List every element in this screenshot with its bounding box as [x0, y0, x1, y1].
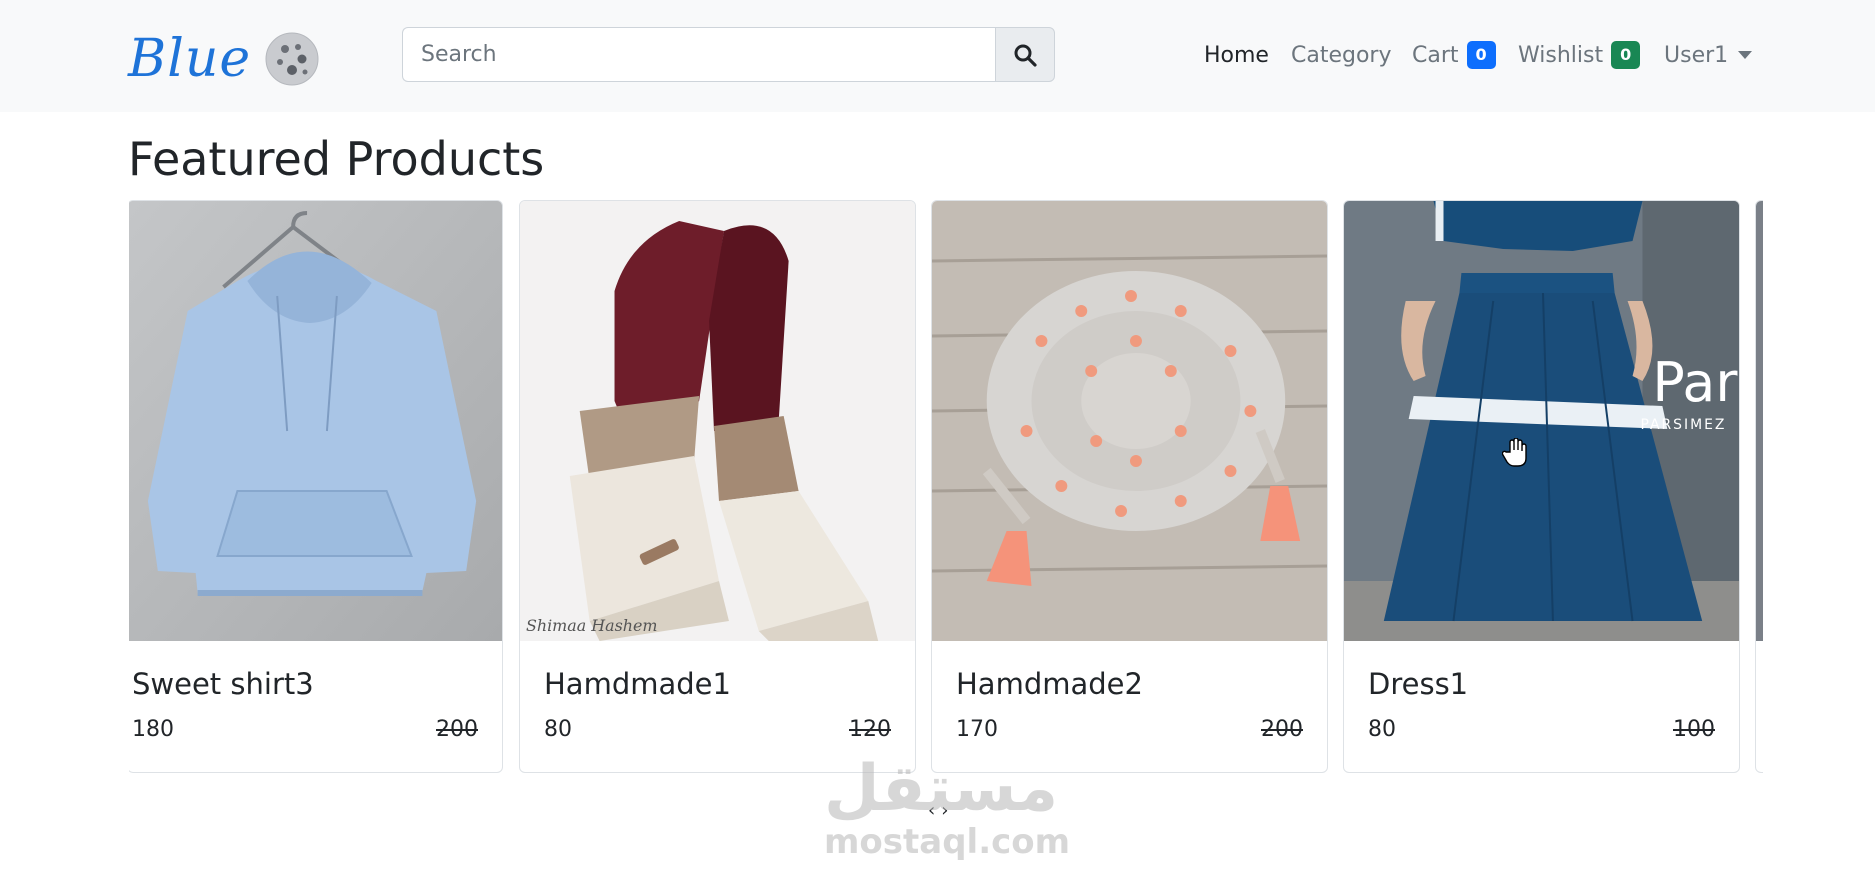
product-price: 180 [132, 717, 174, 742]
product-image-dress: Pars PARSIMEZ [1344, 201, 1739, 641]
nav-cart[interactable]: Cart 0 [1412, 41, 1496, 69]
product-title: Hamdmade2 [956, 667, 1143, 701]
nav-user-wrap: User1 [1664, 34, 1753, 76]
product-image-scarf: Shimaa Hashem [520, 201, 915, 641]
watermark-latin: mostaql.com [824, 822, 1071, 862]
nav-wishlist[interactable]: Wishlist 0 [1518, 41, 1641, 69]
wishlist-label: Wishlist [1518, 42, 1604, 68]
nav-cart-wrap: Cart 0 [1412, 34, 1496, 76]
moon-icon [265, 32, 319, 86]
search-icon [1014, 44, 1037, 67]
nav-home[interactable]: Home [1204, 43, 1269, 68]
scarf-credit-text: Shimaa Hashem [526, 616, 658, 635]
product-image-hoodie [129, 201, 502, 641]
product-image-partial [1756, 201, 1763, 641]
watermark: مستقل mostaql.com [824, 752, 1071, 862]
dress-watermark-text: Pars [1652, 351, 1739, 414]
product-price: 170 [956, 717, 998, 742]
nav-category-wrap: Category [1291, 34, 1392, 76]
cart-label: Cart [1412, 42, 1459, 68]
hand-cursor-icon [1502, 438, 1527, 467]
watermark-arabic: مستقل [824, 752, 1059, 826]
nav-category[interactable]: Category [1291, 43, 1392, 68]
user-dropdown[interactable]: User1 [1664, 42, 1753, 68]
product-title: Sweet shirt3 [132, 667, 314, 701]
product-card[interactable]: Pars PARSIMEZ Dress1 80 100 [1343, 200, 1740, 773]
product-image-shawl [932, 201, 1327, 641]
dress-watermark-sub: PARSIMEZ [1640, 417, 1726, 433]
brand-link[interactable]: Blue [128, 24, 319, 94]
wishlist-count-badge: 0 [1611, 41, 1641, 69]
product-old-price: 120 [849, 717, 891, 742]
chevron-down-icon [1738, 51, 1753, 59]
product-card[interactable]: Shimaa Hashem Hamdmade1 80 120 [519, 200, 916, 773]
product-old-price: 100 [1673, 717, 1715, 742]
product-card[interactable]: Sweet shirt3 180 200 [129, 200, 503, 773]
search-input[interactable] [402, 27, 995, 82]
product-card-partial[interactable] [1755, 200, 1763, 773]
search-form [402, 27, 1055, 82]
product-price: 80 [544, 717, 572, 742]
product-title: Hamdmade1 [544, 667, 731, 701]
product-old-price: 200 [1261, 717, 1303, 742]
product-old-price: 200 [436, 717, 478, 742]
nav-home-wrap: Home [1204, 34, 1269, 76]
brand-name: Blue [128, 29, 252, 89]
search-button[interactable] [995, 27, 1055, 82]
user-label: User1 [1664, 42, 1729, 68]
product-card[interactable]: Hamdmade2 170 200 [931, 200, 1328, 773]
product-title: Dress1 [1368, 667, 1469, 701]
cart-count-badge: 0 [1466, 41, 1496, 69]
nav-wishlist-wrap: Wishlist 0 [1518, 34, 1641, 76]
navbar: Blue Home Category Cart 0 [0, 0, 1875, 112]
product-price: 80 [1368, 717, 1396, 742]
featured-products-carousel: Sweet shirt3 180 200 Shimaa Hashem Hamdm… [129, 200, 1763, 775]
page-title: Featured Products [128, 132, 545, 186]
